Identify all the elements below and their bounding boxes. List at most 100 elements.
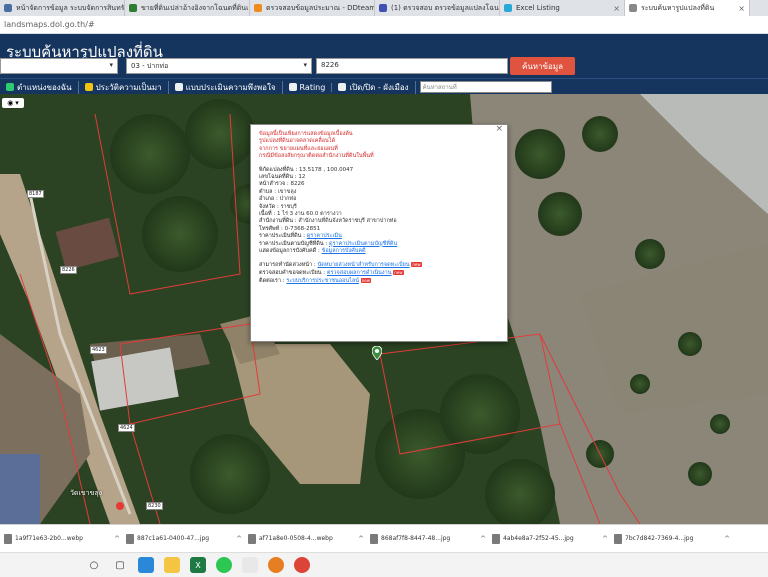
chevron-up-icon[interactable]: ^: [236, 535, 242, 543]
download-item[interactable]: 887c1a61-0400-47...jpg ^: [126, 533, 248, 544]
tab-favicon-icon: [629, 4, 637, 12]
browser-tab[interactable]: ตรวจสอบข้อมูลประมาณ - DDteamian×: [250, 0, 375, 16]
district-select[interactable]: 03 - ปากท่อ ▾: [126, 58, 312, 74]
popup-field-value: ราชบุรี: [280, 203, 297, 210]
map-pin-icon[interactable]: [372, 346, 382, 360]
popup-link-label: ตรวจสอบคำขอจดทะเบียน: [259, 269, 322, 276]
tab-label: หน้าจัดการข้อมูล ระบบจัดการสินทรัพย์ CST…: [16, 3, 125, 12]
downloads-bar: 1a9f71e63-2b0...webp ^ 887c1a61-0400-47...…: [0, 524, 768, 552]
popup-link[interactable]: ระบบบริการประชาชนออนไลน์: [286, 278, 359, 284]
download-item[interactable]: af71a8e0-0508-4...webp ^: [248, 533, 370, 544]
windows-taskbar: ○ ▢ X: [0, 552, 768, 577]
province-select[interactable]: ▾: [0, 58, 118, 74]
download-item[interactable]: 868af7f8-8447-48...jpg ^: [370, 533, 492, 544]
popup-link-label: ติดต่อเรา: [259, 278, 281, 285]
task-view-icon[interactable]: ▢: [112, 557, 128, 573]
popup-field-value: 0-7368-2851: [284, 225, 321, 232]
popup-field-label: โทรศัพท์: [259, 225, 280, 232]
popup-field: หน้าสำรวจ : 8226: [259, 181, 305, 188]
tab-label: ขายที่ดินเปล่าอ้างอิงจากโฉนดที่ดินเลขที่…: [141, 3, 249, 12]
popup-warning-line: รูปแปลงที่ดินอาจคลาดเคลื่อนได้: [259, 138, 336, 145]
popup-field-value[interactable]: ดูราคาประเมิน: [307, 233, 342, 239]
download-item[interactable]: 4ab4e8a7-2f52-45...jpg ^: [492, 533, 614, 544]
popup-field: จังหวัด : ราชบุรี: [259, 203, 297, 210]
popup-field-label: ราคาประเมินตามบัญชีที่ดิน: [259, 240, 324, 247]
download-filename: 887c1a61-0400-47...jpg: [137, 535, 210, 542]
tab-label: ระบบค้นหารูปแปลงที่ดิน: [641, 3, 715, 12]
toolbar-item[interactable]: ประวัติความเป็นมา: [79, 80, 169, 94]
download-item[interactable]: 7bc7d842-7369-4...jpg ^: [614, 533, 736, 544]
popup-field: ราคาประเมินตามบัญชีที่ดิน : ดูราคาประเมิ…: [259, 240, 398, 247]
toolbar-item[interactable]: แบบประเมินความพึงพอใจ: [169, 80, 283, 94]
download-item[interactable]: 1a9f71e63-2b0...webp ^: [4, 533, 126, 544]
toggle-icon: [338, 83, 347, 91]
address-bar[interactable]: landsmaps.dol.go.th/#: [0, 16, 768, 34]
popup-field-label: ตำบล: [259, 188, 273, 195]
line-icon[interactable]: [216, 557, 232, 573]
search-icon[interactable]: ○: [86, 557, 102, 573]
parcel-info-popup: × ข้อมูลนี้เป็นเพียงการแสดงข้อมูลเบื้องต…: [250, 124, 508, 342]
popup-link[interactable]: ตรวจสอบผลการดำเนินงาน: [327, 270, 392, 276]
file-icon: [370, 533, 378, 544]
tab-favicon-icon: [379, 4, 387, 12]
app-icon[interactable]: [242, 557, 258, 573]
popup-link-row: สามารถทำนัดล่วงหน้า : นัดหมายล่วงหน้าสำห…: [259, 261, 422, 268]
browser-tab[interactable]: ระบบค้นหารูปแปลงที่ดิน ×: [625, 0, 750, 16]
tab-label: (1) ตรวจสอบ ตรวจข้อมูลแปลงโฉนดปาก...: [391, 3, 499, 12]
layer-control[interactable]: ◉ ▾: [2, 98, 24, 108]
map-toolbar: ตำแหน่งของฉัน ประวัติความเป็นมา แบบประเมิน…: [0, 78, 768, 95]
district-value: 03 - ปากท่อ: [131, 62, 169, 70]
browser-tab[interactable]: (1) ตรวจสอบ ตรวจข้อมูลแปลงโฉนดปาก...×: [375, 0, 500, 16]
parcel-label: 8187: [27, 190, 44, 198]
chevron-up-icon[interactable]: ^: [602, 535, 608, 543]
popup-field-value[interactable]: ดูราคาประเมินตามบัญชีที่ดิน: [329, 241, 397, 247]
download-filename: 868af7f8-8447-48...jpg: [381, 535, 451, 542]
popup-link-row: ติดต่อเรา : ระบบบริการประชาชนออนไลน์ new: [259, 278, 372, 285]
popup-warnings: ข้อมูลนี้เป็นเพียงการแสดงข้อมูลเบื้องต้น…: [259, 131, 499, 161]
chevron-down-icon: ▾: [109, 61, 113, 69]
popup-field-value: 1 ไร่ 3 งาน 60.0 ตารางวา: [276, 211, 342, 218]
popup-link[interactable]: นัดหมายล่วงหน้าสำหรับการจดทะเบียน: [317, 262, 409, 268]
popup-link-label: สามารถทำนัดล่วงหน้า: [259, 261, 313, 268]
popup-field-value: เขาขลุง: [277, 188, 297, 195]
new-badge: new: [393, 269, 404, 275]
browser-tab[interactable]: ขายที่ดินเปล่าอ้างอิงจากโฉนดที่ดินเลขที่…: [125, 0, 250, 16]
close-tab-icon[interactable]: ×: [613, 4, 620, 13]
chevron-up-icon[interactable]: ^: [480, 535, 486, 543]
file-icon: [4, 533, 12, 544]
chevron-up-icon[interactable]: ^: [114, 535, 120, 543]
excel-icon[interactable]: X: [190, 557, 206, 573]
chevron-down-icon: ▾: [15, 99, 19, 107]
place-search-input[interactable]: ค้นหาสถานที่: [419, 81, 552, 93]
popup-field-value: 13.5178 , 100.0047: [298, 166, 354, 173]
browser-tab[interactable]: หน้าจัดการข้อมูล ระบบจัดการสินทรัพย์ CST…: [0, 0, 125, 16]
file-icon: [248, 533, 256, 544]
survey-icon: [174, 83, 183, 91]
tab-favicon-icon: [254, 4, 262, 12]
toolbar-item[interactable]: เปิด/ปิด - ผังเมือง: [332, 80, 416, 94]
toolbar-item[interactable]: ตำแหน่งของฉัน: [0, 80, 79, 94]
toolbar-item[interactable]: Rating: [283, 82, 333, 92]
url-text[interactable]: landsmaps.dol.go.th/#: [4, 20, 95, 29]
file-explorer-icon[interactable]: [164, 557, 180, 573]
popup-field-value[interactable]: ข้อมูลการบังคับคดี: [322, 248, 366, 254]
parcel-number-input[interactable]: 8226: [316, 58, 508, 74]
download-filename: af71a8e0-0508-4...webp: [259, 535, 333, 542]
place-marker-icon[interactable]: [116, 502, 124, 510]
download-filename: 1a9f71e63-2b0...webp: [15, 535, 83, 542]
toolbar-item-label: ตำแหน่งของฉัน: [17, 82, 72, 92]
rating-icon: [288, 83, 297, 91]
close-icon[interactable]: ×: [495, 125, 503, 134]
tab-favicon-icon: [504, 4, 512, 12]
chevron-up-icon[interactable]: ^: [724, 535, 730, 543]
popup-field: ราคาประเมินที่ดิน : ดูราคาประเมิน: [259, 233, 342, 240]
chevron-up-icon[interactable]: ^: [358, 535, 364, 543]
browser-tab-bar: หน้าจัดการข้อมูล ระบบจัดการสินทรัพย์ CST…: [0, 0, 768, 17]
firefox-icon[interactable]: [268, 557, 284, 573]
windows-store-icon[interactable]: [138, 557, 154, 573]
popup-field: สำนักงานที่ดิน : สำนักงานที่ดินจังหวัดรา…: [259, 218, 397, 225]
close-tab-icon[interactable]: ×: [738, 4, 745, 13]
browser-tab[interactable]: Excel Listing ×: [500, 0, 625, 16]
chrome-icon[interactable]: [294, 557, 310, 573]
search-button[interactable]: ค้นหาข้อมูล: [510, 57, 575, 75]
